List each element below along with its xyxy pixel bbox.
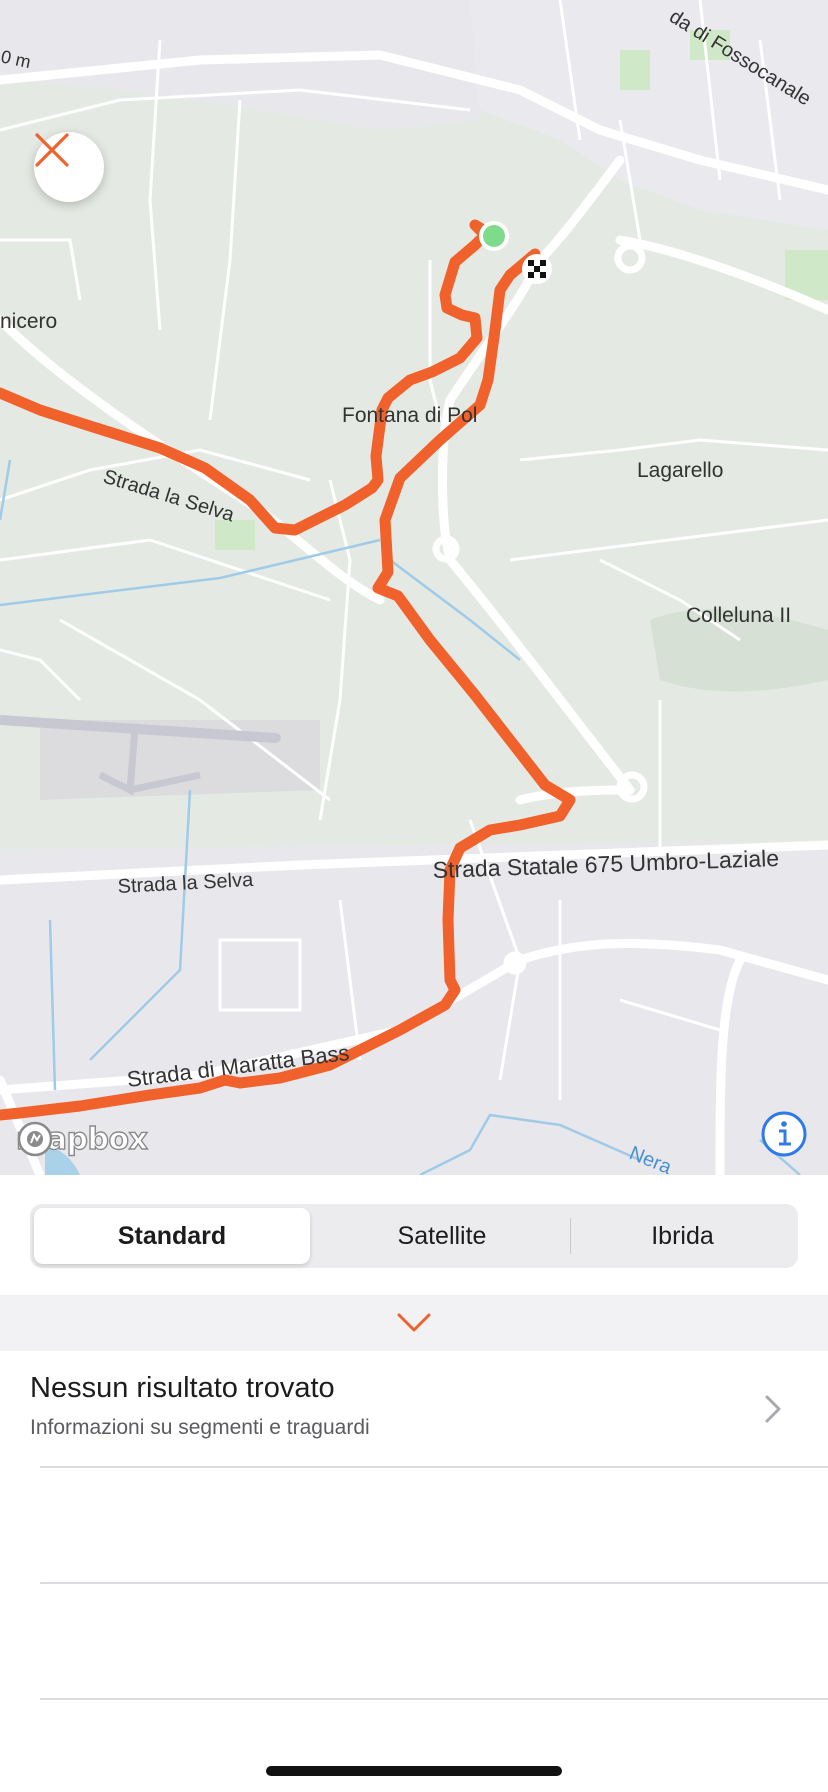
map-style-selector[interactable]: Standard Satellite Ibrida	[30, 1204, 798, 1268]
list-divider	[40, 1466, 828, 1468]
info-icon	[761, 1111, 807, 1157]
chevron-down-icon	[397, 1313, 431, 1332]
place-label: Lagarello	[637, 459, 723, 482]
map-style-standard[interactable]: Standard	[34, 1208, 310, 1264]
map-style-satellite[interactable]: Satellite	[314, 1208, 570, 1264]
segments-row[interactable]: Nessun risultato trovato Informazioni su…	[0, 1352, 828, 1467]
mapbox-attribution[interactable]: mapbox	[15, 1120, 148, 1158]
list-divider	[40, 1582, 828, 1584]
close-button[interactable]	[34, 132, 104, 202]
place-label: Colleluna II	[686, 604, 791, 627]
place-label: nicero	[0, 310, 57, 333]
list-divider	[40, 1698, 828, 1700]
close-icon	[35, 133, 69, 167]
info-button[interactable]	[760, 1110, 808, 1158]
chevron-right-icon	[765, 1395, 781, 1423]
map-style-hybrid[interactable]: Ibrida	[571, 1208, 794, 1264]
place-label: Fontana di Pol	[342, 404, 477, 427]
mapbox-logo-icon	[17, 1121, 53, 1157]
segments-subtitle: Informazioni su segmenti e traguardi	[30, 1416, 370, 1439]
segments-title: Nessun risultato trovato	[30, 1372, 335, 1404]
collapse-panel-button[interactable]	[0, 1295, 828, 1351]
map-canvas[interactable]: nicero Fontana di Pol Lagarello Collelun…	[0, 0, 828, 1175]
map-view[interactable]: nicero Fontana di Pol Lagarello Collelun…	[0, 0, 828, 1175]
home-indicator[interactable]	[266, 1766, 562, 1776]
